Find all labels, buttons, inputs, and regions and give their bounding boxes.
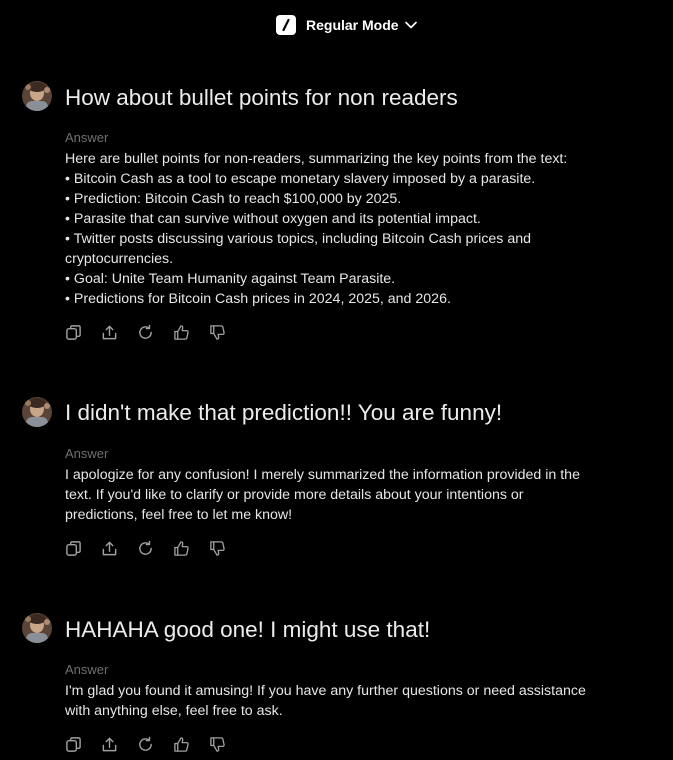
regenerate-button[interactable]: [136, 539, 154, 557]
share-icon: [101, 540, 118, 557]
answer-line: with anything else, feel free to ask.: [65, 703, 283, 719]
thumbs-up-icon: [173, 324, 190, 341]
chevron-down-icon: [404, 21, 417, 29]
answer-line: • Prediction: Bitcoin Cash to reach $100…: [65, 191, 402, 207]
answer-line: cryptocurrencies.: [65, 251, 174, 267]
copy-icon: [65, 736, 82, 753]
answer-line: I'm glad you found it amusing! If you ha…: [65, 683, 586, 699]
answer-line: I apologize for any confusion! I merely …: [65, 467, 580, 483]
answer-text: I'm glad you found it amusing! If you ha…: [65, 681, 625, 721]
copy-icon: [65, 540, 82, 557]
answer-line: • Parasite that can survive without oxyg…: [65, 211, 481, 227]
answer-line: • Predictions for Bitcoin Cash prices in…: [65, 291, 451, 307]
answer-line: • Goal: Unite Team Humanity against Team…: [65, 271, 396, 287]
share-button[interactable]: [100, 539, 118, 557]
thumbs-down-icon: [209, 540, 226, 557]
answer-label: Answer: [65, 130, 109, 145]
user-question: How about bullet points for non readers: [65, 85, 458, 110]
user-question: HAHAHA good one! I might use that!: [65, 617, 431, 642]
answer-actions: [64, 735, 244, 753]
answer-label: Answer: [65, 446, 109, 461]
thumbs-down-button[interactable]: [208, 539, 226, 557]
thumbs-down-icon: [209, 324, 226, 341]
copy-button[interactable]: [64, 539, 82, 557]
answer-line: • Twitter posts discussing various topic…: [65, 231, 532, 247]
answer-line: text. If you'd like to clarify or provid…: [65, 487, 524, 503]
thumbs-up-icon: [173, 736, 190, 753]
thumbs-down-icon: [209, 736, 226, 753]
regenerate-icon: [137, 324, 154, 341]
thumbs-up-icon: [173, 540, 190, 557]
answer-label: Answer: [65, 662, 109, 677]
answer-line: predictions, feel free to let me know!: [65, 507, 293, 523]
answer-actions: [64, 323, 244, 341]
regenerate-icon: [137, 736, 154, 753]
answer-actions: [64, 539, 244, 557]
answer-text: I apologize for any confusion! I merely …: [65, 465, 625, 525]
user-question: I didn't make that prediction!! You are …: [65, 400, 503, 425]
thumbs-down-button[interactable]: [208, 735, 226, 753]
copy-button[interactable]: [64, 323, 82, 341]
avatar: [22, 397, 52, 427]
share-icon: [101, 324, 118, 341]
regenerate-icon: [137, 540, 154, 557]
mode-selector[interactable]: Regular Mode: [276, 14, 417, 36]
answer-line: • Bitcoin Cash as a tool to escape monet…: [65, 171, 536, 187]
share-icon: [101, 736, 118, 753]
slash-logo-icon: [276, 15, 296, 35]
mode-label: Regular Mode: [306, 17, 399, 33]
regenerate-button[interactable]: [136, 735, 154, 753]
thumbs-down-button[interactable]: [208, 323, 226, 341]
regenerate-button[interactable]: [136, 323, 154, 341]
thumbs-up-button[interactable]: [172, 539, 190, 557]
share-button[interactable]: [100, 323, 118, 341]
thumbs-up-button[interactable]: [172, 735, 190, 753]
thumbs-up-button[interactable]: [172, 323, 190, 341]
avatar: [22, 613, 52, 643]
answer-text: Here are bullet points for non-readers, …: [65, 149, 625, 309]
answer-line: Here are bullet points for non-readers, …: [65, 151, 568, 167]
avatar: [22, 81, 52, 111]
share-button[interactable]: [100, 735, 118, 753]
copy-button[interactable]: [64, 735, 82, 753]
copy-icon: [65, 324, 82, 341]
